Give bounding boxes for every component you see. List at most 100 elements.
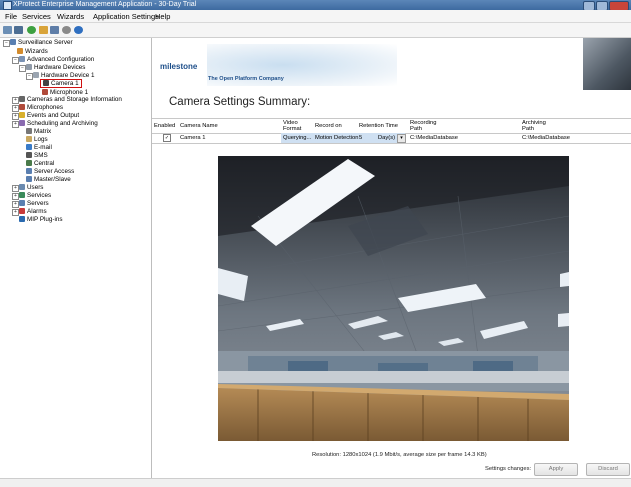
selected-item-highlight: Camera 1 [40, 79, 82, 88]
master-slave-icon [26, 176, 32, 183]
tree-item-cameras-and-storage[interactable]: Cameras and Storage Information [19, 96, 122, 103]
expand-toggle[interactable]: + [12, 185, 19, 192]
menu-services[interactable]: Services [22, 12, 51, 21]
tree-item-hardware-devices[interactable]: Hardware Devices [26, 64, 85, 71]
tree-item-server-access[interactable]: Server Access [26, 168, 74, 175]
title-bar: XProtect Enterprise Management Applicati… [0, 0, 631, 11]
expand-toggle[interactable]: + [12, 97, 19, 104]
tree-item-microphones[interactable]: Microphones [19, 104, 63, 111]
server-icon [10, 39, 16, 46]
resolution-info: Resolution: 1280x1024 (1.9 Mbit/s, avera… [312, 452, 487, 458]
tree-item-central[interactable]: Central [26, 160, 54, 167]
page-title: Camera Settings Summary: [169, 96, 311, 108]
dropdown-arrow-icon[interactable]: ▾ [397, 134, 406, 143]
retention-unit-select[interactable]: Day(s) [378, 135, 395, 141]
table-header: Enabled Camera Name Video Format Record … [152, 118, 631, 134]
config-icon [19, 56, 25, 63]
discard-button[interactable]: Discard [586, 463, 630, 476]
tree-item-alarms[interactable]: Alarms [19, 208, 47, 215]
tree-item-advanced-configuration[interactable]: Advanced Configuration [19, 56, 94, 63]
menu-file[interactable]: File [5, 12, 17, 21]
camera-icon [43, 80, 49, 87]
column-header-archiving-path[interactable]: Archiving Path [522, 120, 546, 132]
window-title: XProtect Enterprise Management Applicati… [13, 1, 197, 8]
tree-item-users[interactable]: Users [19, 184, 43, 191]
microphone-icon [42, 89, 48, 96]
menu-application-settings[interactable]: Application Settings [93, 12, 159, 21]
tree-item-surveillance-server[interactable]: Surveillance Server [10, 39, 73, 46]
server-access-icon [26, 168, 32, 175]
column-header-recording-path[interactable]: Recording Path [410, 120, 436, 132]
settings-changes-label: Settings changes: [485, 466, 532, 472]
plugin-icon [19, 216, 25, 223]
camera-storage-icon [19, 96, 25, 103]
collapse-toggle[interactable]: − [19, 65, 26, 72]
help-icon[interactable] [74, 26, 83, 34]
navigation-tree: − Surveillance Server Wizards − Advanced… [0, 38, 152, 478]
wolf-image [583, 38, 631, 90]
video-format-cell: Querying... [283, 135, 312, 141]
tree-item-matrix[interactable]: Matrix [26, 128, 51, 135]
apply-button[interactable]: Apply [534, 463, 578, 476]
app-icon [3, 1, 12, 10]
tree-item-microphone-1[interactable]: Microphone 1 [42, 89, 88, 96]
tree-item-events-and-output[interactable]: Events and Output [19, 112, 79, 119]
toolbar [0, 23, 631, 38]
tree-item-logs[interactable]: Logs [26, 136, 48, 143]
device-icon [33, 72, 39, 79]
services-icon [19, 192, 25, 199]
tree-item-sms[interactable]: SMS [26, 152, 48, 159]
wizard-icon [17, 48, 23, 55]
alarms-icon [19, 208, 25, 215]
expand-toggle[interactable]: + [12, 209, 19, 216]
column-header-enabled[interactable]: Enabled [154, 123, 175, 129]
events-icon [19, 112, 25, 119]
logs-icon [26, 136, 32, 143]
refresh-icon[interactable] [27, 26, 36, 34]
collapse-toggle[interactable]: − [12, 57, 19, 64]
expand-toggle[interactable]: + [12, 201, 19, 208]
tree-item-scheduling-and-archiving[interactable]: Scheduling and Archiving [19, 120, 98, 127]
matrix-icon [26, 128, 32, 135]
menu-wizards[interactable]: Wizards [57, 12, 84, 21]
expand-toggle[interactable]: + [12, 105, 19, 112]
tree-item-email[interactable]: E-mail [26, 144, 52, 151]
column-header-video-format[interactable]: Video Format [283, 120, 301, 132]
column-header-camera-name[interactable]: Camera Name [180, 123, 218, 129]
tree-item-mip-plugins[interactable]: MIP Plug-ins [19, 216, 63, 223]
collapse-toggle[interactable]: − [3, 40, 10, 47]
tree-item-master-slave[interactable]: Master/Slave [26, 176, 71, 183]
tree-item-wizards[interactable]: Wizards [17, 48, 48, 55]
settings-icon[interactable] [62, 26, 71, 34]
brand-tagline: The Open Platform Company [208, 76, 284, 82]
menu-bar: File Services Wizards Application Settin… [0, 10, 631, 23]
database-icon[interactable] [50, 26, 59, 34]
chart-icon[interactable] [39, 26, 48, 34]
office-scene-graphic [218, 156, 569, 441]
collapse-toggle[interactable]: − [26, 73, 33, 80]
recording-path-cell: C:\MediaDatabase [410, 135, 459, 141]
hardware-icon [26, 64, 32, 71]
enabled-checkbox[interactable]: ✓ [163, 134, 171, 142]
record-on-cell[interactable]: Motion Detection [315, 135, 359, 141]
save-icon[interactable] [3, 26, 12, 34]
brand-logo: milestone [160, 62, 198, 71]
menu-help[interactable]: Help [155, 12, 170, 21]
column-header-retention-time[interactable]: Retention Time [359, 123, 398, 129]
table-row[interactable]: ✓ Camera 1 Querying... Motion Detection … [152, 133, 631, 144]
main-panel: milestone The Open Platform Company Came… [152, 38, 631, 478]
column-header-record-on[interactable]: Record on [315, 123, 342, 129]
tree-item-services[interactable]: Services [19, 192, 51, 199]
retention-value-input[interactable]: 5 [359, 135, 362, 141]
network-icon[interactable] [14, 26, 23, 34]
microphone-icon [19, 104, 25, 111]
expand-toggle[interactable]: + [12, 121, 19, 128]
camera-name-cell: Camera 1 [180, 135, 206, 141]
expand-toggle[interactable]: + [12, 113, 19, 120]
expand-toggle[interactable]: + [12, 193, 19, 200]
tree-item-hardware-device-1[interactable]: Hardware Device 1 [33, 72, 95, 79]
sms-icon [26, 152, 32, 159]
tree-item-servers[interactable]: Servers [19, 200, 49, 207]
email-icon [26, 144, 32, 151]
tree-item-camera-1[interactable]: Camera 1 [40, 79, 82, 88]
